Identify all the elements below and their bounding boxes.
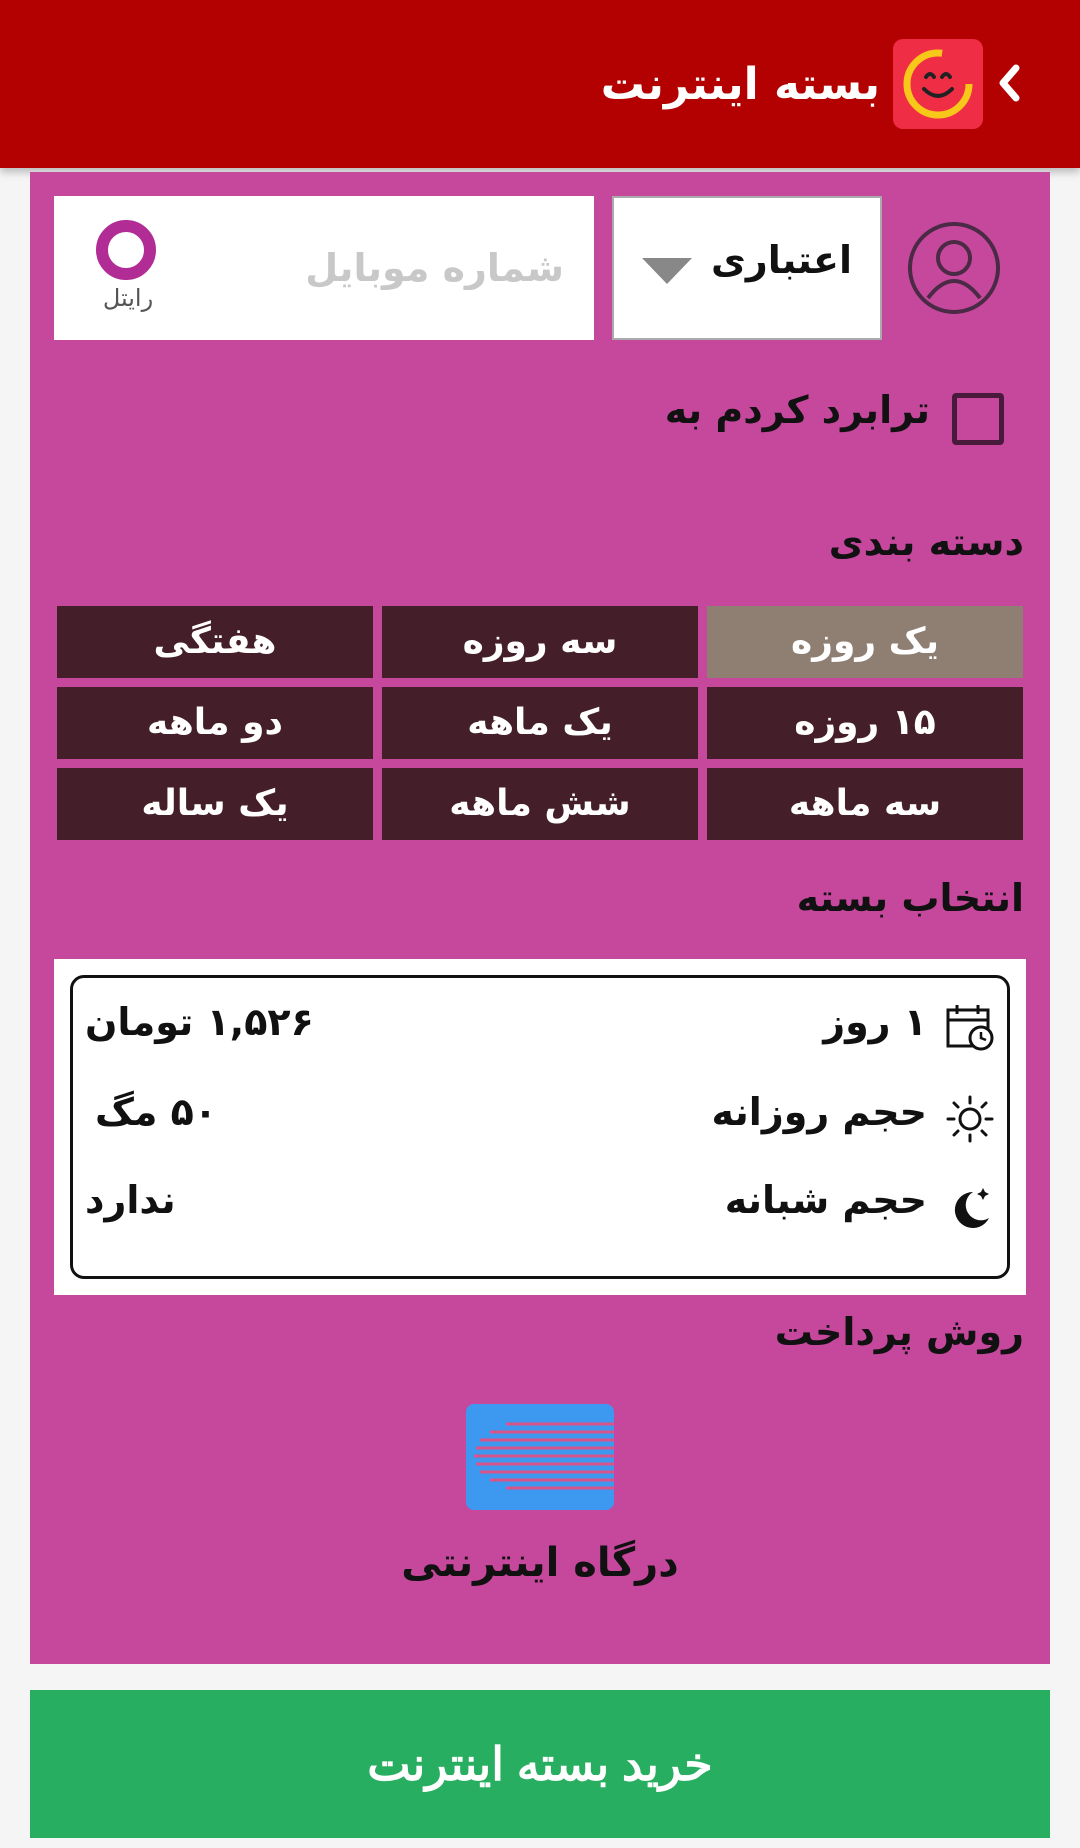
payment-gateway-label[interactable]: درگاه اینترنتی [340,1540,740,1586]
sun-icon [946,1095,994,1143]
package-section-title: انتخاب بسته [796,876,1024,920]
category-one-year[interactable]: یک ساله [57,768,373,840]
transfer-checkbox[interactable] [952,393,1004,445]
calendar-clock-icon [946,1005,994,1051]
operator-logo-icon: رایتل [90,220,166,320]
sim-type-value: اعتباری [711,238,852,282]
package-price: ۱,۵۲۶ تومان [85,1000,314,1044]
categories-title: دسته بندی [828,520,1024,564]
category-two-month[interactable]: دو ماهه [57,687,373,759]
package-card-container: ۱ روز ۱,۵۲۶ تومان حجم روزانه ۵۰ مگ حجم ش… [54,959,1026,1295]
daily-volume-value: ۵۰ مگ [95,1090,218,1134]
sim-type-select[interactable]: اعتباری [612,196,882,340]
app-bar: بسته اینترنت [0,0,1080,168]
buy-package-button[interactable]: خرید بسته اینترنت [30,1690,1050,1838]
category-15-day[interactable]: ۱۵ روزه [707,687,1023,759]
daily-volume-label: حجم روزانه [711,1090,927,1134]
night-volume-label: حجم شبانه [724,1178,927,1222]
payment-section-title: روش پرداخت [774,1310,1024,1354]
package-duration: ۱ روز [823,1000,927,1044]
moon-stars-icon [954,1188,989,1228]
night-volume-value: ندارد [85,1178,176,1222]
package-card[interactable]: ۱ روز ۱,۵۲۶ تومان حجم روزانه ۵۰ مگ حجم ش… [70,975,1010,1279]
transfer-label: ترابرد کردم به [664,388,930,432]
category-three-day[interactable]: سه روزه [382,606,698,678]
card-gateway-icon[interactable] [466,1404,614,1510]
app-logo-icon [893,39,983,129]
dropdown-arrow-icon [642,258,692,284]
category-weekly[interactable]: هفتگی [57,606,373,678]
operator-name: رایتل [102,284,154,312]
category-one-day[interactable]: یک روزه [707,606,1023,678]
category-one-month[interactable]: یک ماهه [382,687,698,759]
back-chevron-icon[interactable] [994,58,1024,108]
category-three-month[interactable]: سه ماهه [707,768,1023,840]
page-title: بسته اینترنت [600,59,880,110]
user-avatar-icon[interactable] [906,220,1002,316]
category-six-month[interactable]: شش ماهه [382,768,698,840]
